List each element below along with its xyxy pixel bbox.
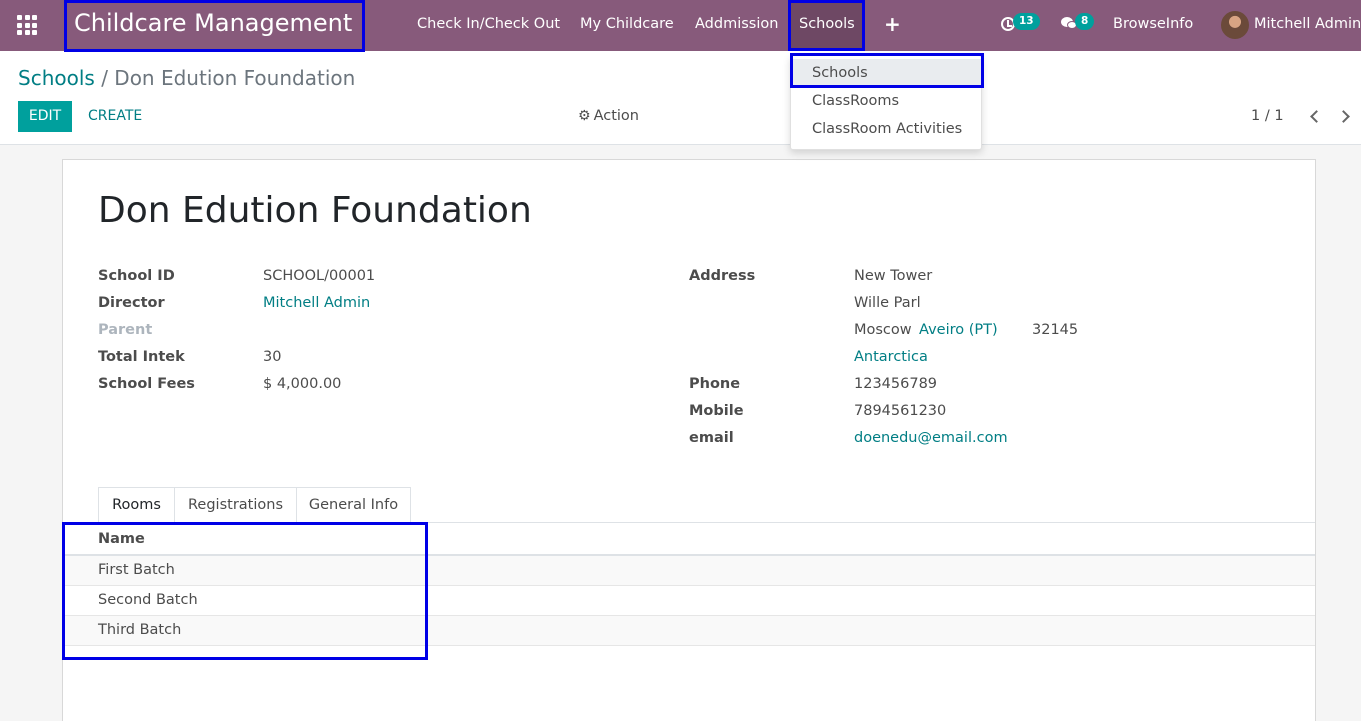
user-menu[interactable]: Mitchell Admin: [1254, 16, 1361, 32]
mobile-value: 7894561230: [854, 403, 947, 419]
form-sheet: Don Edution Foundation School ID SCHOOL/…: [62, 159, 1316, 721]
tab-registrations[interactable]: Registrations: [174, 487, 297, 523]
school-id-value: SCHOOL/00001: [263, 268, 376, 284]
mobile-label: Mobile: [689, 403, 744, 419]
address-street2: Wille Parl: [854, 295, 921, 311]
breadcrumb: Schools / Don Edution Foundation: [18, 66, 355, 90]
total-intek-label: Total Intek: [98, 349, 185, 365]
total-intek-value: 30: [263, 349, 282, 365]
director-label: Director: [98, 295, 165, 311]
table-row[interactable]: Third Batch: [63, 616, 1315, 646]
room-name-cell: First Batch: [98, 562, 175, 578]
app-menu-icon[interactable]: [17, 15, 37, 35]
gear-icon: ⚙: [578, 108, 591, 124]
action-label: Action: [593, 108, 639, 124]
menu-addmission[interactable]: Addmission: [695, 16, 778, 32]
top-navbar: Childcare Management Check In/Check Out …: [0, 0, 1361, 51]
create-button[interactable]: CREATE: [88, 108, 142, 124]
user-avatar[interactable]: [1221, 11, 1249, 39]
table-row[interactable]: First Batch: [63, 556, 1315, 586]
menu-check-in-out[interactable]: Check In/Check Out: [417, 16, 560, 32]
column-header-name[interactable]: Name: [98, 531, 145, 547]
message-count-badge: 8: [1075, 13, 1095, 30]
address-country-link[interactable]: Antarctica: [854, 349, 928, 365]
app-brand[interactable]: Childcare Management: [74, 9, 352, 37]
menu-my-childcare[interactable]: My Childcare: [580, 16, 674, 32]
rooms-table-header: Name: [63, 523, 1315, 556]
room-name-cell: Second Batch: [98, 592, 198, 608]
school-fees-value: $ 4,000.00: [263, 376, 342, 392]
dropdown-item-classroom-activities[interactable]: ClassRoom Activities: [791, 115, 981, 143]
tab-general-info[interactable]: General Info: [296, 487, 411, 523]
tab-rooms[interactable]: Rooms: [98, 487, 175, 523]
browseinfo-link[interactable]: BrowseInfo: [1113, 16, 1193, 32]
pager-value[interactable]: 1 / 1: [1251, 108, 1284, 124]
parent-label: Parent: [98, 322, 153, 338]
dropdown-item-schools[interactable]: Schools: [791, 59, 981, 87]
dropdown-item-classrooms[interactable]: ClassRooms: [791, 87, 981, 115]
email-label: email: [689, 430, 734, 446]
room-name-cell: Third Batch: [98, 622, 182, 638]
plus-icon[interactable]: +: [884, 12, 901, 36]
action-menu-button[interactable]: ⚙ Action: [578, 108, 639, 124]
table-row[interactable]: Second Batch: [63, 586, 1315, 616]
menu-schools[interactable]: Schools: [799, 16, 855, 32]
breadcrumb-current: Don Edution Foundation: [114, 66, 356, 90]
address-city: Moscow: [854, 322, 912, 338]
address-zip: 32145: [1032, 322, 1079, 338]
breadcrumb-separator: /: [101, 66, 108, 90]
breadcrumb-schools-link[interactable]: Schools: [18, 66, 95, 90]
director-link[interactable]: Mitchell Admin: [263, 295, 370, 311]
school-id-label: School ID: [98, 268, 175, 284]
control-panel: Schools / Don Edution Foundation EDIT CR…: [0, 51, 1361, 145]
email-link[interactable]: doenedu@email.com: [854, 430, 1008, 446]
record-title[interactable]: Don Edution Foundation: [98, 190, 532, 231]
address-label: Address: [689, 268, 756, 284]
pager-previous-icon[interactable]: [1310, 110, 1320, 120]
pager-next-icon[interactable]: [1339, 110, 1349, 120]
edit-button[interactable]: EDIT: [18, 101, 72, 132]
address-street: New Tower: [854, 268, 933, 284]
phone-value: 123456789: [854, 376, 938, 392]
address-state-link[interactable]: Aveiro (PT): [919, 322, 998, 338]
phone-label: Phone: [689, 376, 741, 392]
school-fees-label: School Fees: [98, 376, 195, 392]
activity-count-badge: 13: [1013, 13, 1040, 30]
schools-dropdown-menu: Schools ClassRooms ClassRoom Activities: [790, 55, 982, 150]
